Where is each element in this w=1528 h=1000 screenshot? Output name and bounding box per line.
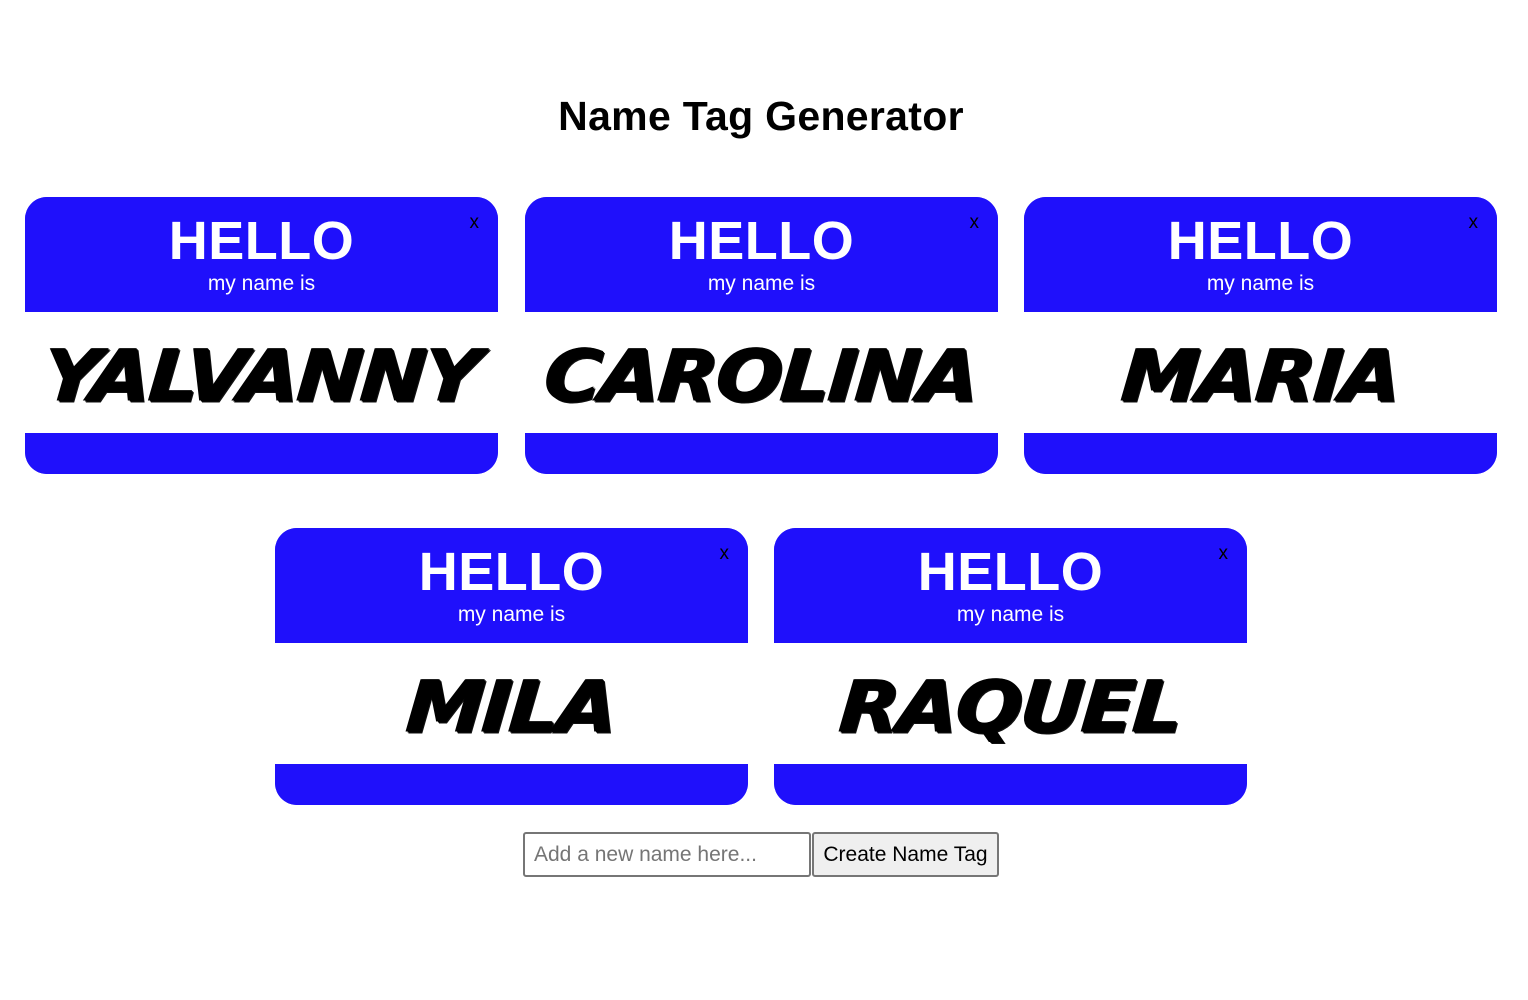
tag-header: HELLO my name is x bbox=[275, 528, 748, 643]
tag-hello-text: HELLO bbox=[418, 542, 605, 602]
tag-subtitle: my name is bbox=[1206, 272, 1315, 295]
name-tag: HELLO my name is x Maria bbox=[1024, 197, 1497, 474]
tag-hello-text: HELLO bbox=[168, 211, 355, 271]
name-tag: HELLO my name is x Carolina bbox=[525, 197, 998, 474]
tag-subtitle: my name is bbox=[457, 603, 566, 626]
name-tag: HELLO my name is x Mila bbox=[275, 528, 748, 805]
tag-footer bbox=[25, 433, 498, 474]
tag-name: Maria bbox=[1118, 334, 1403, 418]
tag-subtitle: my name is bbox=[207, 272, 316, 295]
name-tag: HELLO my name is x Raquel bbox=[774, 528, 1247, 805]
tag-name: Mila bbox=[403, 665, 619, 749]
tag-name-area: Carolina bbox=[525, 312, 998, 433]
delete-tag-button[interactable]: x bbox=[720, 544, 730, 564]
delete-tag-button[interactable]: x bbox=[470, 213, 480, 233]
tag-footer bbox=[774, 764, 1247, 805]
tag-subtitle: my name is bbox=[956, 603, 1065, 626]
tag-name-area: Maria bbox=[1024, 312, 1497, 433]
tag-header: HELLO my name is x bbox=[25, 197, 498, 312]
tag-name-area: Raquel bbox=[774, 643, 1247, 764]
delete-tag-button[interactable]: x bbox=[1469, 213, 1479, 233]
tag-header: HELLO my name is x bbox=[525, 197, 998, 312]
tag-subtitle: my name is bbox=[707, 272, 816, 295]
name-tag: HELLO my name is x Yalvanny bbox=[25, 197, 498, 474]
name-tag-generator-page: Name Tag Generator HELLO my name is x Ya… bbox=[0, 0, 1528, 1000]
tag-header: HELLO my name is x bbox=[1024, 197, 1497, 312]
delete-tag-button[interactable]: x bbox=[1219, 544, 1229, 564]
delete-tag-button[interactable]: x bbox=[970, 213, 980, 233]
tag-footer bbox=[275, 764, 748, 805]
tag-name-area: Yalvanny bbox=[25, 312, 498, 433]
tag-footer bbox=[1024, 433, 1497, 474]
tag-name: Raquel bbox=[836, 665, 1184, 749]
new-name-input[interactable] bbox=[523, 832, 811, 877]
new-tag-form: Create Name Tag bbox=[523, 832, 999, 877]
tag-hello-text: HELLO bbox=[668, 211, 855, 271]
tag-hello-text: HELLO bbox=[1167, 211, 1354, 271]
create-name-tag-button[interactable]: Create Name Tag bbox=[812, 832, 999, 877]
tag-name-area: Mila bbox=[275, 643, 748, 764]
tag-name: Carolina bbox=[541, 334, 981, 418]
tag-name: Yalvanny bbox=[40, 334, 482, 418]
tag-hello-text: HELLO bbox=[917, 542, 1104, 602]
page-title: Name Tag Generator bbox=[558, 93, 964, 139]
tag-footer bbox=[525, 433, 998, 474]
tag-header: HELLO my name is x bbox=[774, 528, 1247, 643]
